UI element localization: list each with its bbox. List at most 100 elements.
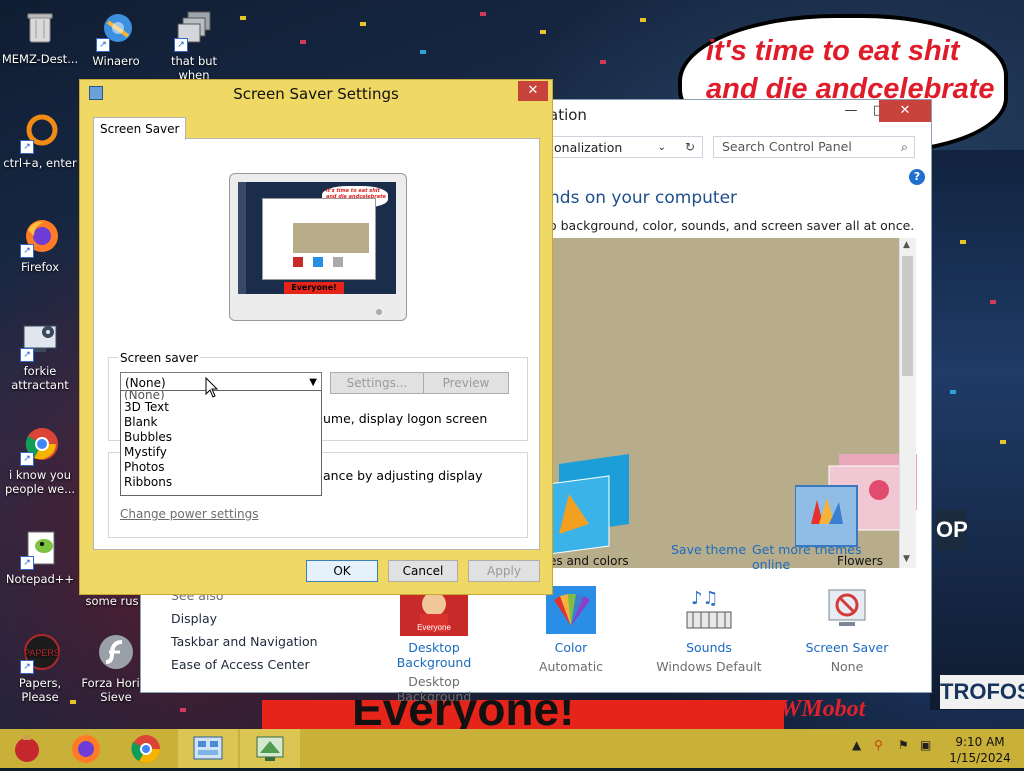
- desktop-background-item[interactable]: Everyone Desktop Background Desktop Back…: [374, 586, 494, 704]
- sounds-link[interactable]: Sounds: [649, 640, 769, 655]
- screen-saver-icon: [821, 586, 873, 634]
- flag-icon[interactable]: ⚑: [898, 738, 909, 752]
- desktop-icon-winaero[interactable]: ↗ Winaero: [76, 10, 156, 68]
- screen-saver-dropdown-list[interactable]: (None) 3D Text Blank Bubbles Mystify Pho…: [120, 390, 322, 496]
- desktop-icon-label: Notepad++: [5, 572, 75, 586]
- sounds-item[interactable]: ♪♫ Sounds Windows Default: [649, 586, 769, 674]
- themes-panel: Save theme Get more themes online es and…: [548, 238, 917, 572]
- dialog-close-button[interactable]: ✕: [518, 81, 548, 101]
- themes-scrollbar[interactable]: ▲ ▼: [899, 238, 916, 568]
- screen-saver-item[interactable]: Screen Saver None: [787, 586, 907, 674]
- search-icon[interactable]: ⌕: [901, 137, 908, 157]
- network-icon[interactable]: ▣: [920, 738, 931, 752]
- chevron-down-icon[interactable]: ⌄: [658, 137, 666, 159]
- sounds-icon: ♪♫: [683, 586, 735, 634]
- color-item[interactable]: Color Automatic: [511, 586, 631, 674]
- sounds-value: Windows Default: [656, 659, 762, 674]
- desktop-background-link[interactable]: Desktop Background: [374, 640, 494, 670]
- wallpaper-sign: TROFOS: [940, 675, 1024, 709]
- desktop-icon-that-but-when[interactable]: ↗ that but when: [154, 10, 234, 82]
- screen-saver-icon: [256, 736, 284, 761]
- shortcut-arrow-icon: ↗: [96, 38, 110, 52]
- preview-window-tile: [313, 257, 323, 267]
- mouse-pointer-icon: [205, 376, 219, 402]
- desktop-icon-label: that but when: [170, 54, 218, 82]
- desktop-icon-memz[interactable]: MEMZ-Dest...: [0, 8, 80, 66]
- desktop-icon-notepadpp[interactable]: ↗ Notepad++: [0, 528, 80, 586]
- dropdown-option[interactable]: (None): [121, 391, 321, 400]
- see-also-ease-of-access[interactable]: Ease of Access Center: [171, 657, 310, 672]
- recycle-bin-icon: [20, 8, 60, 48]
- shortcut-arrow-icon: ↗: [20, 452, 34, 466]
- cancel-button[interactable]: Cancel: [388, 560, 458, 582]
- orange-ring-icon: ↗: [20, 112, 60, 154]
- preview-window-tile: [333, 257, 343, 267]
- save-theme-link[interactable]: Save theme: [671, 542, 746, 557]
- wallpaper-city-strip: [930, 150, 1024, 710]
- desktop-icon-label: ctrl+a, enter: [3, 156, 77, 170]
- svg-text:PAPERS: PAPERS: [24, 648, 60, 658]
- search-tray-icon[interactable]: ⚲: [874, 738, 883, 752]
- apply-button[interactable]: Apply: [468, 560, 540, 582]
- theme-label: es and colors: [549, 554, 629, 568]
- desktop-icon-chrome-shortcut[interactable]: ↗ i know you people we...: [0, 424, 80, 496]
- change-power-settings-link[interactable]: Change power settings: [120, 507, 259, 521]
- dropdown-option[interactable]: Photos: [121, 460, 321, 475]
- dropdown-option[interactable]: Mystify: [121, 445, 321, 460]
- page-description: o background, color, sounds, and screen …: [549, 218, 915, 233]
- screen-saver-group-label: Screen saver: [118, 351, 201, 365]
- winaero-icon: ↗: [96, 10, 136, 52]
- preview-window-panel: [293, 223, 369, 253]
- show-hidden-icons[interactable]: ▲: [852, 738, 861, 752]
- start-button[interactable]: [0, 729, 60, 768]
- scrollbar-thumb[interactable]: [902, 256, 913, 376]
- scroll-down-icon[interactable]: ▼: [903, 554, 910, 564]
- see-also-taskbar[interactable]: Taskbar and Navigation: [171, 634, 318, 649]
- screen-saver-selected: (None): [125, 376, 166, 390]
- screen-saver-value: None: [830, 659, 864, 674]
- control-panel-icon: [193, 736, 223, 760]
- chrome-icon: [131, 735, 160, 763]
- taskbar-firefox[interactable]: [56, 729, 116, 768]
- dropdown-option[interactable]: Ribbons: [121, 475, 321, 490]
- scroll-up-icon[interactable]: ▲: [903, 240, 910, 250]
- taskbar-screen-saver[interactable]: [240, 729, 300, 768]
- theme-high-contrast[interactable]: [548, 454, 669, 557]
- system-clock[interactable]: 9:10 AM 1/15/2024: [944, 734, 1016, 766]
- close-button[interactable]: ✕: [879, 100, 931, 122]
- preview-button[interactable]: Preview: [423, 372, 509, 394]
- desktop-background-value: Desktop Background: [396, 674, 472, 704]
- desktop-icon-firefox[interactable]: ↗ Firefox: [0, 216, 80, 274]
- desktop-icon-forkie[interactable]: ↗ forkie attractant: [0, 320, 80, 392]
- ok-button[interactable]: OK: [306, 560, 378, 582]
- refresh-icon[interactable]: ↻: [677, 136, 703, 158]
- wallpaper-bubble-text: it's time to eat shit and die andcelebra…: [706, 35, 995, 105]
- monitor-power-knob: [376, 309, 382, 315]
- help-icon[interactable]: ?: [909, 169, 925, 185]
- desktop-icon-label: Winaero: [92, 54, 140, 68]
- flash-icon: [96, 632, 136, 672]
- theme-label: Flowers: [837, 554, 883, 568]
- shortcut-arrow-icon: ↗: [174, 38, 188, 52]
- shortcut-arrow-icon: ↗: [20, 348, 34, 362]
- chrome-icon: ↗: [20, 424, 60, 466]
- tab-screen-saver[interactable]: Screen Saver: [93, 117, 187, 140]
- taskbar-control-panel[interactable]: [178, 729, 238, 768]
- desktop-icon-ctrl-a[interactable]: ↗ ctrl+a, enter: [0, 112, 80, 170]
- dropdown-option[interactable]: Bubbles: [121, 430, 321, 445]
- dropdown-option[interactable]: Blank: [121, 415, 321, 430]
- search-placeholder: Search Control Panel: [722, 139, 852, 154]
- desktop-icon-papers-please[interactable]: PAPERS ↗ Papers, Please: [0, 632, 80, 704]
- search-input[interactable]: Search Control Panel ⌕: [713, 136, 915, 158]
- screen-saver-link[interactable]: Screen Saver: [787, 640, 907, 655]
- see-also-display[interactable]: Display: [171, 611, 217, 626]
- taskbar-chrome[interactable]: [116, 729, 176, 768]
- dropdown-option[interactable]: 3D Text: [121, 400, 321, 415]
- firefox-icon: ↗: [20, 216, 60, 258]
- settings-button[interactable]: Settings...: [330, 372, 424, 394]
- color-link[interactable]: Color: [511, 640, 631, 655]
- desktop-icon-label: i know you people we...: [4, 468, 76, 496]
- stack-windows-icon: ↗: [174, 10, 214, 52]
- clock-date: 1/15/2024: [949, 751, 1011, 765]
- shortcut-arrow-icon: ↗: [20, 556, 34, 570]
